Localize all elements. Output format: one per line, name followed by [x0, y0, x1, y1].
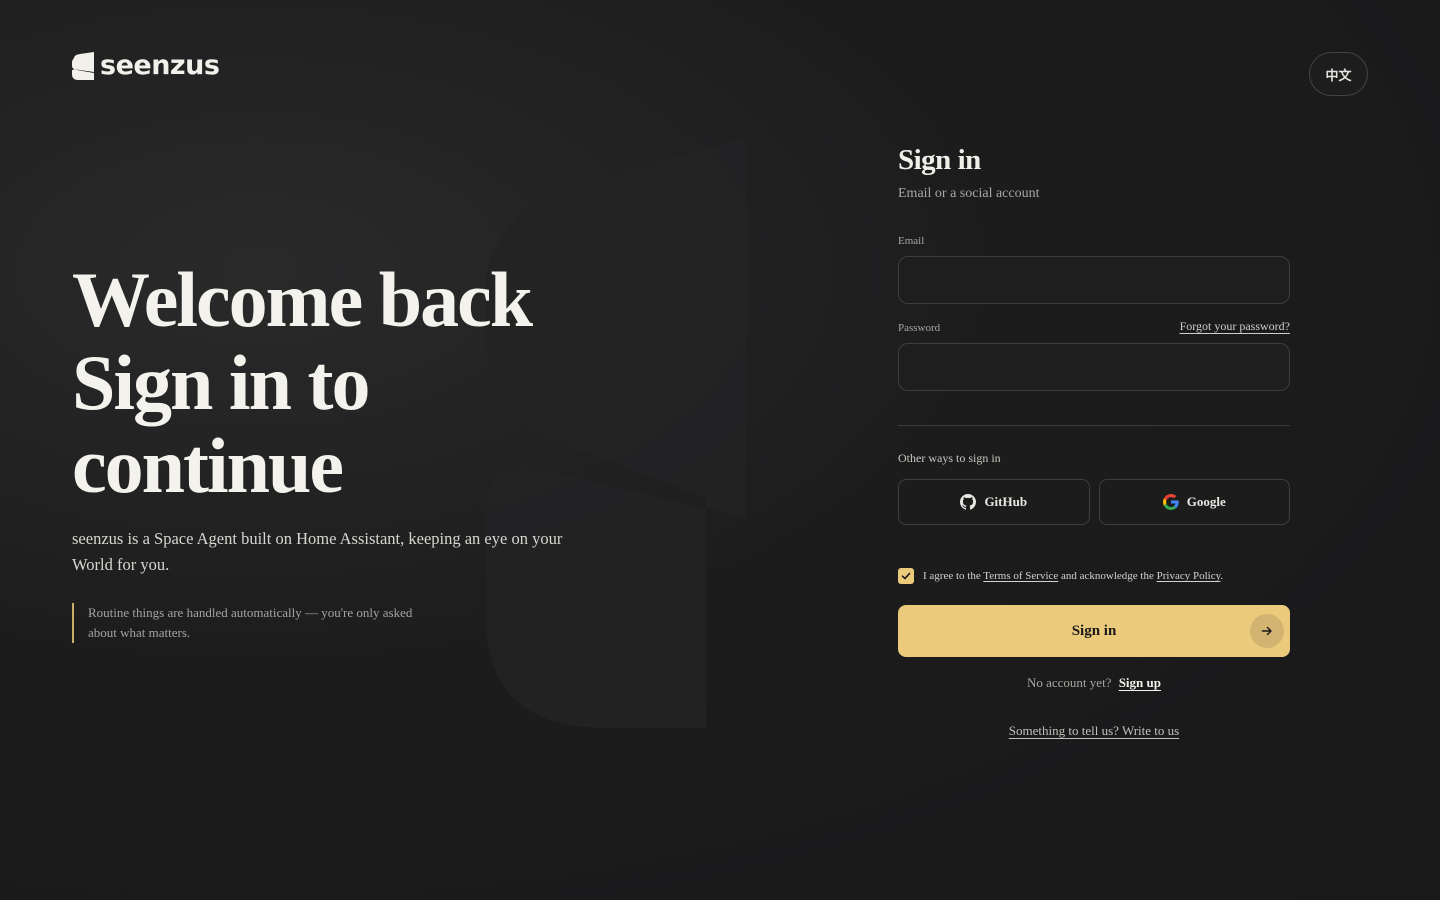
terms-agreement: I agree to the Terms of Service and ackn…: [898, 568, 1290, 584]
forgot-password-link[interactable]: Forgot your password?: [1180, 319, 1290, 334]
hero-title-line: continue: [72, 422, 344, 509]
form-title: Sign in: [898, 144, 981, 176]
hero-title-line: Sign in to: [72, 339, 370, 426]
github-icon: [960, 494, 977, 510]
privacy-policy-link[interactable]: Privacy Policy: [1157, 570, 1221, 582]
form-subtitle: Email or a social account: [898, 186, 1040, 201]
sign-up-link[interactable]: Sign up: [1119, 675, 1161, 690]
language-toggle-button[interactable]: 中文: [1309, 52, 1368, 96]
sign-in-button[interactable]: Sign in: [898, 605, 1290, 657]
password-field[interactable]: [898, 343, 1290, 391]
brand-logo[interactable]: seenzus: [72, 50, 220, 81]
sign-in-button-label: Sign in: [1071, 622, 1117, 639]
terms-middle: and acknowledge the: [1061, 570, 1154, 582]
terms-checkbox[interactable]: [898, 568, 914, 584]
terms-suffix: .: [1220, 570, 1224, 582]
seenzus-logo-icon: [72, 52, 94, 80]
feedback-row: Something to tell us? Write to us: [898, 720, 1290, 739]
hero-title: Welcome back Sign in to continue: [72, 258, 632, 507]
hero-title-line: Welcome back: [72, 256, 533, 343]
other-ways-label: Other ways to sign in: [898, 451, 1001, 465]
terms-prefix: I agree to the: [923, 570, 981, 582]
divider: [898, 425, 1290, 426]
brand-name: seenzus: [100, 50, 220, 81]
hero-description: seenzus is a Space Agent built on Home A…: [72, 529, 563, 574]
terms-text: I agree to the Terms of Service and ackn…: [923, 570, 1223, 582]
google-sign-in-button[interactable]: Google: [1098, 479, 1290, 525]
email-field[interactable]: [898, 256, 1290, 304]
password-label: Password: [898, 322, 941, 334]
no-account-text: No account yet?: [1026, 675, 1112, 690]
github-label: GitHub: [984, 494, 1028, 509]
feedback-link[interactable]: Something to tell us? Write to us: [1009, 723, 1179, 738]
email-label: Email: [898, 235, 925, 247]
arrow-right-icon: [1250, 614, 1284, 648]
signup-row: No account yet? Sign up: [898, 675, 1290, 691]
terms-of-service-link[interactable]: Terms of Service: [983, 570, 1058, 582]
sign-in-form: Sign in Email or a social account Email …: [898, 140, 1290, 739]
github-sign-in-button[interactable]: GitHub: [898, 479, 1090, 525]
social-buttons: GitHub Google: [898, 479, 1290, 525]
google-label: Google: [1186, 494, 1226, 509]
checkmark-icon: [901, 572, 911, 580]
hero-quote: Routine things are handled automatically…: [72, 603, 432, 643]
google-icon: [1162, 494, 1179, 510]
